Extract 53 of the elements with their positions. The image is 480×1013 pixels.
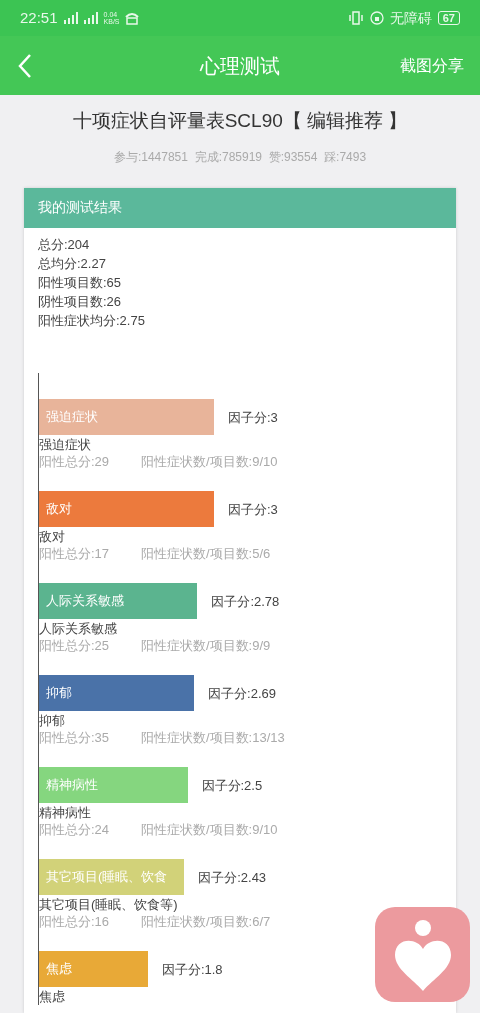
bar-label: 精神病性: [46, 775, 98, 794]
signal-icon: [83, 12, 100, 24]
factor-score: 因子分:2.78: [211, 592, 280, 611]
clock: 22:51: [20, 7, 58, 28]
summary-line: 总均分:2.27: [38, 254, 107, 273]
factor-score: 因子分:2.43: [198, 868, 267, 887]
screenshot-share-button[interactable]: 截图分享: [400, 53, 464, 78]
vibrate-icon: [347, 11, 364, 25]
page-title: 心理测试: [200, 53, 280, 79]
lock-rotation-icon: [369, 11, 384, 25]
bar-label: 焦虑: [46, 959, 72, 978]
bar-label: 人际关系敏感: [46, 591, 124, 610]
bar-label: 强迫症状: [46, 407, 98, 426]
factor-score: 因子分:3: [227, 408, 278, 427]
factor-score: 因子分:2.69: [208, 684, 276, 703]
bar-label: 其它项目(睡眠、饮食: [46, 867, 168, 886]
test-title: 十项症状自评量表SCL90【 编辑推荐 】: [72, 109, 408, 133]
positive-total: 阳性总分:35: [39, 728, 111, 747]
heart-app-button[interactable]: [375, 907, 470, 1002]
factor-name: 强迫症状: [39, 435, 92, 453]
factor-score: 因子分:1.8: [161, 960, 223, 979]
positive-total: 阳性总分:24: [39, 820, 111, 839]
heart-person-icon: [392, 918, 453, 991]
summary-line: 阳性症状均分:2.75: [38, 311, 146, 330]
result-heading: 我的测试结果: [38, 198, 122, 217]
positive-ratio: 阳性症状数/项目数:13/13: [141, 728, 285, 747]
summary-line: 总分:204: [38, 235, 91, 254]
factor-score: 因子分:2.5: [201, 776, 263, 795]
positive-total: 阳性总分:17: [39, 544, 111, 563]
positive-ratio: 阳性症状数/项目数:9/10: [141, 820, 278, 839]
accessibility-label: 无障碍: [389, 8, 432, 28]
positive-ratio: 阳性症状数/项目数:9/9: [141, 636, 271, 655]
positive-total: 阳性总分:16: [39, 912, 111, 931]
factor-name: 抑郁: [39, 711, 66, 729]
summary-line: 阳性项目数:65: [38, 273, 123, 292]
test-stats: 参与:1447851 完成:785919 赞:93554 踩:7493: [113, 148, 367, 166]
back-icon: [18, 52, 32, 79]
factor-score: 因子分:3: [227, 500, 278, 519]
factor-name: 敌对: [39, 527, 66, 545]
factor-name: 人际关系敏感: [39, 619, 118, 637]
positive-ratio: 阳性症状数/项目数:5/6: [141, 544, 271, 563]
positive-total: 阳性总分:25: [39, 636, 111, 655]
battery-indicator: 67: [437, 11, 460, 25]
positive-total: 阳性总分:29: [39, 452, 111, 471]
signal-icon: [63, 12, 80, 24]
factor-name: 其它项目(睡眠、饮食等): [39, 895, 179, 913]
summary-line: 阴性项目数:26: [38, 292, 123, 311]
bar-label: 抑郁: [46, 683, 72, 702]
bar-label: 敌对: [46, 499, 72, 518]
positive-ratio: 阳性症状数/项目数:9/10: [141, 452, 278, 471]
factor-name: 精神病性: [39, 803, 92, 821]
factor-name: 焦虑: [39, 987, 66, 1005]
positive-ratio: 阳性症状数/项目数:6/7: [141, 912, 271, 931]
